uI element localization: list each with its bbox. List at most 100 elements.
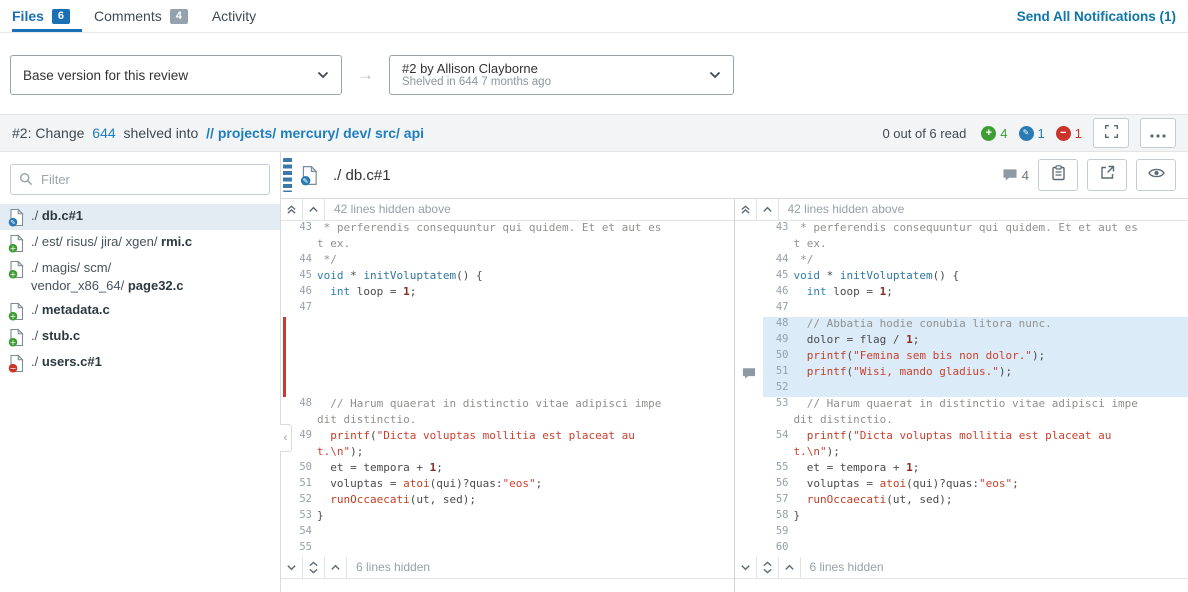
line-number[interactable]: 43 [286, 221, 317, 237]
code-line [317, 317, 734, 333]
deleted-files-filter[interactable]: − 1 [1056, 126, 1082, 141]
diff-code-row: 43 * perferendis consequuntur qui quidem… [281, 221, 734, 237]
collapse-above-icon[interactable] [735, 199, 757, 220]
filter-input[interactable] [10, 164, 270, 195]
line-number[interactable]: 50 [763, 349, 794, 365]
line-number[interactable] [286, 381, 317, 397]
line-number[interactable]: 53 [763, 397, 794, 413]
file-list-item[interactable]: +./ est/ risus/ jira/ xgen/ rmi.c [0, 230, 280, 256]
line-number[interactable]: 44 [763, 253, 794, 269]
line-number[interactable]: 57 [763, 493, 794, 509]
line-number[interactable]: 56 [763, 477, 794, 493]
chevron-up-icon[interactable] [303, 199, 325, 220]
file-list-item[interactable]: +./ metadata.c [0, 298, 280, 324]
line-number[interactable]: 44 [286, 253, 317, 269]
line-number[interactable] [286, 333, 317, 349]
line-number[interactable] [286, 237, 317, 253]
gutter [735, 269, 763, 285]
line-number[interactable] [286, 365, 317, 381]
send-all-notifications-link[interactable]: Send All Notifications (1) [1017, 9, 1176, 24]
line-number[interactable]: 43 [763, 221, 794, 237]
diff-code-row: 46 int loop = 1; [281, 285, 734, 301]
line-number[interactable] [286, 349, 317, 365]
svg-text:+: + [10, 270, 17, 279]
change-link[interactable]: 644 [92, 125, 115, 141]
line-number[interactable] [763, 445, 794, 461]
line-number[interactable]: 48 [763, 317, 794, 333]
file-list-item[interactable]: +./ stub.c [0, 324, 280, 350]
gutter [735, 525, 763, 541]
line-number[interactable] [763, 237, 794, 253]
line-number[interactable]: 59 [763, 525, 794, 541]
diff-code-row: 45void * initVoluptatem() { [281, 269, 734, 285]
line-number[interactable]: 55 [763, 461, 794, 477]
file-list-item[interactable]: −./ users.c#1 [0, 350, 280, 376]
svg-text:−: − [10, 364, 17, 373]
line-number[interactable]: 46 [286, 285, 317, 301]
clipboard-button[interactable] [1038, 159, 1078, 191]
code-line: } [317, 509, 734, 525]
file-path: ./ magis/ scm/vendor_x86_64/ page32.c [31, 259, 184, 295]
line-number[interactable]: 48 [286, 397, 317, 413]
file-list-item[interactable]: ✎./ db.c#1 [0, 204, 280, 230]
line-number[interactable]: 58 [763, 509, 794, 525]
file-list-item[interactable]: + ./ magis/ scm/vendor_x86_64/ page32.c [0, 256, 280, 298]
line-number[interactable]: 51 [286, 477, 317, 493]
diff-code-row: 54 printf("Dicta voluptas mollitia est p… [735, 429, 1188, 445]
expand-vertical-icon[interactable] [303, 557, 325, 578]
file-path: ./ db.c#1 [31, 207, 83, 225]
line-number[interactable] [286, 317, 317, 333]
chevron-down-icon[interactable] [735, 557, 757, 578]
line-number[interactable]: 50 [286, 461, 317, 477]
diff-code-row: 53} [281, 509, 734, 525]
line-number[interactable]: 54 [763, 429, 794, 445]
tab-comments[interactable]: Comments 4 [82, 0, 200, 32]
file-comment-count: 4 [1022, 168, 1029, 183]
code-line: runOccaecati(ut, sed); [317, 493, 734, 509]
tab-files[interactable]: Files 6 [12, 0, 82, 32]
external-link-icon [1100, 165, 1115, 185]
line-number[interactable]: 52 [286, 493, 317, 509]
line-number[interactable]: 45 [763, 269, 794, 285]
file-comments-toggle[interactable]: 4 [1002, 168, 1029, 183]
collapse-above-icon[interactable] [281, 199, 303, 220]
line-number[interactable]: 54 [286, 525, 317, 541]
line-number[interactable]: 47 [763, 301, 794, 317]
expand-vertical-icon[interactable] [757, 557, 779, 578]
line-number[interactable]: 53 [286, 509, 317, 525]
gutter [281, 317, 286, 333]
chevron-down-icon[interactable] [281, 557, 303, 578]
open-in-new-window-button[interactable] [1087, 159, 1127, 191]
line-number[interactable]: 46 [763, 285, 794, 301]
diff-code-row: 47 [281, 301, 734, 317]
tab-activity[interactable]: Activity [200, 0, 268, 32]
line-number[interactable]: 51 [763, 365, 794, 381]
diff-code-row: 50 printf("Femina sem bis non dolor."); [735, 349, 1188, 365]
line-number[interactable]: 45 [286, 269, 317, 285]
line-number[interactable]: 52 [763, 381, 794, 397]
comment-marker-icon[interactable] [735, 365, 763, 381]
gutter [735, 509, 763, 525]
added-files-filter[interactable]: + 4 [981, 126, 1007, 141]
gutter [735, 301, 763, 317]
line-number[interactable]: 47 [286, 301, 317, 317]
code-line: void * initVoluptatem() { [794, 269, 1188, 285]
depot-path-link[interactable]: // projects/ mercury/ dev/ src/ api [206, 125, 424, 141]
line-number[interactable]: 55 [286, 541, 317, 557]
base-version-select[interactable]: Base version for this review [10, 55, 342, 95]
diff-placeholder-row [281, 317, 734, 333]
more-options-button[interactable] [1140, 118, 1176, 148]
toggle-visibility-button[interactable] [1136, 159, 1176, 191]
chevron-up-icon[interactable] [757, 199, 779, 220]
sidebar-collapse-handle[interactable]: ‹ [280, 424, 292, 452]
line-number[interactable]: 60 [763, 541, 794, 557]
line-number[interactable]: 49 [763, 333, 794, 349]
chevron-up-icon[interactable] [779, 557, 801, 578]
code-line: t.\n"); [317, 445, 734, 461]
fullscreen-button[interactable] [1093, 118, 1129, 148]
edited-files-filter[interactable]: ✎ 1 [1019, 126, 1045, 141]
chevron-up-icon[interactable] [325, 557, 347, 578]
line-number[interactable] [763, 413, 794, 429]
target-version-select[interactable]: #2 by Allison Clayborne Shelved in 644 7… [389, 55, 734, 95]
code-line [317, 541, 734, 557]
